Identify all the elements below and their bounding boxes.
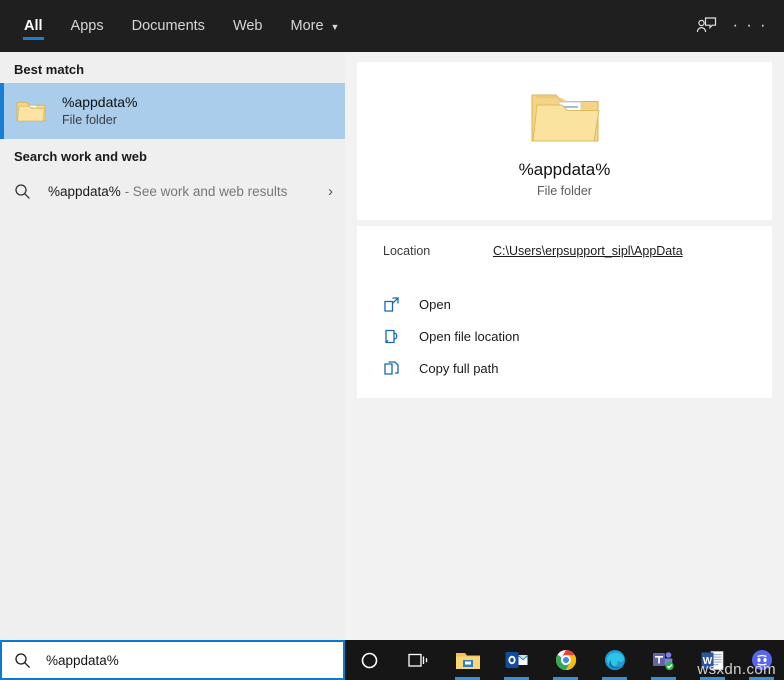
file-explorer-icon[interactable]: [443, 640, 492, 680]
edge-icon[interactable]: [590, 640, 639, 680]
search-input-value: %appdata%: [46, 653, 119, 668]
tab-web[interactable]: Web: [219, 0, 277, 52]
preview-title: %appdata%: [357, 160, 772, 180]
web-result-suffix: - See work and web results: [121, 184, 288, 199]
preview-details-card: Location C:\Users\erpsupport_sipl\AppDat…: [357, 226, 772, 398]
preview-pane: %appdata% File folder Location C:\Users\…: [345, 52, 784, 640]
search-header: All Apps Documents Web More ▼: [0, 0, 784, 52]
windows-search-window: All Apps Documents Web More ▼: [0, 0, 784, 680]
results-pane: Best match %appdata% File folder Search …: [0, 52, 345, 640]
result-item-title: %appdata%: [62, 94, 138, 112]
tab-apps[interactable]: Apps: [57, 0, 118, 52]
search-web-heading: Search work and web: [0, 139, 345, 170]
search-tabs: All Apps Documents Web More ▼: [0, 0, 353, 52]
action-open-file-location[interactable]: Open file location: [357, 320, 772, 352]
overflow-menu-label: · · ·: [733, 18, 768, 34]
chevron-right-icon: ›: [328, 183, 333, 200]
tab-all-label: All: [24, 18, 43, 34]
best-match-heading: Best match: [0, 52, 345, 83]
taskbar-items: W: [345, 640, 784, 680]
action-open-file-location-label: Open file location: [419, 329, 519, 344]
action-copy-full-path-label: Copy full path: [419, 361, 499, 376]
web-result-query: %appdata%: [48, 184, 121, 199]
outlook-icon[interactable]: [492, 640, 541, 680]
action-open[interactable]: Open: [357, 288, 772, 320]
result-item-text: %appdata% File folder: [62, 94, 138, 128]
open-external-icon: [383, 296, 405, 313]
tab-more-label: More: [291, 18, 324, 34]
result-item-appdata[interactable]: %appdata% File folder: [0, 83, 345, 139]
preview-hero: %appdata% File folder: [357, 62, 772, 220]
tab-all[interactable]: All: [10, 0, 57, 52]
search-icon: [14, 652, 36, 669]
search-icon: [14, 183, 36, 200]
location-row: Location C:\Users\erpsupport_sipl\AppDat…: [357, 226, 772, 276]
discord-icon[interactable]: [737, 640, 784, 680]
action-open-label: Open: [419, 297, 451, 312]
tab-documents-label: Documents: [132, 18, 205, 34]
taskbar: %appdata%: [0, 640, 784, 680]
word-icon[interactable]: W: [688, 640, 737, 680]
preview-actions: Open Open file location: [357, 276, 772, 398]
folder-icon: [14, 94, 48, 128]
overflow-menu-button[interactable]: · · ·: [730, 8, 770, 44]
tab-web-label: Web: [233, 18, 263, 34]
result-item-subtitle: File folder: [62, 112, 138, 128]
header-actions: · · ·: [686, 0, 784, 52]
person-feedback-icon[interactable]: [686, 8, 726, 44]
action-copy-full-path[interactable]: Copy full path: [357, 352, 772, 384]
tab-more[interactable]: More ▼: [277, 0, 354, 52]
preview-header-card: %appdata% File folder: [357, 62, 772, 220]
svg-text:W: W: [703, 656, 713, 667]
copy-icon: [383, 360, 405, 377]
task-view-icon[interactable]: [394, 640, 443, 680]
teams-icon[interactable]: [639, 640, 688, 680]
cortana-icon[interactable]: [345, 640, 394, 680]
tab-apps-label: Apps: [71, 18, 104, 34]
folder-open-icon: [383, 328, 405, 345]
tab-documents[interactable]: Documents: [118, 0, 219, 52]
web-result-label: %appdata% - See work and web results: [48, 184, 287, 199]
chevron-down-icon: ▼: [331, 23, 340, 32]
web-result-row[interactable]: %appdata% - See work and web results ›: [0, 170, 345, 212]
location-path-link[interactable]: C:\Users\erpsupport_sipl\AppData: [493, 244, 683, 258]
search-input[interactable]: %appdata%: [0, 640, 345, 680]
large-folder-icon: [357, 86, 772, 148]
location-label: Location: [383, 244, 493, 258]
chrome-icon[interactable]: [541, 640, 590, 680]
preview-subtitle: File folder: [357, 184, 772, 198]
